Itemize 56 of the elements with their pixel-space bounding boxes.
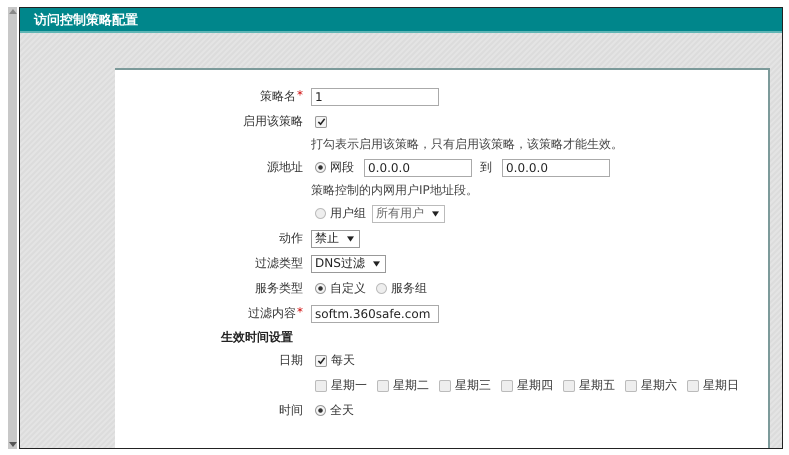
option-label: 服务组 <box>391 280 427 297</box>
ip-end-field[interactable]: 0.0.0.0 <box>502 158 610 176</box>
checkbox[interactable] <box>563 380 575 392</box>
checkbox[interactable] <box>315 354 327 366</box>
field-label: 日期 <box>279 352 303 369</box>
field-label: 过滤类型 <box>255 255 303 272</box>
checkbox[interactable] <box>501 380 513 392</box>
checkbox[interactable] <box>315 380 327 392</box>
checkbox[interactable] <box>315 116 327 128</box>
dropdown[interactable]: DNS过滤 <box>311 254 386 272</box>
radio-button[interactable] <box>376 283 387 294</box>
text-field[interactable]: softm.360safe.com <box>311 304 439 322</box>
caret-icon <box>432 210 439 216</box>
option-label: 星期四 <box>517 377 553 394</box>
scrollbar[interactable] <box>8 7 17 449</box>
checkbox[interactable] <box>687 380 699 392</box>
radio-button[interactable] <box>315 208 326 219</box>
required-mark: * <box>297 305 303 321</box>
option-label: 星期一 <box>331 377 367 394</box>
required-mark: * <box>297 88 303 104</box>
section-heading: 生效时间设置 <box>221 328 293 346</box>
field-label: 源地址 <box>267 159 303 176</box>
ip-start-field[interactable]: 0.0.0.0 <box>364 158 472 176</box>
caret-icon <box>347 236 354 242</box>
radio-button[interactable] <box>315 405 326 416</box>
text-field[interactable]: 1 <box>311 88 439 106</box>
field-label: 动作 <box>279 230 303 247</box>
option-label: 星期二 <box>393 377 429 394</box>
option-label: 网段 <box>330 159 354 176</box>
checkbox[interactable] <box>439 380 451 392</box>
option-label: 星期五 <box>579 377 615 394</box>
range-label: 到 <box>480 159 492 176</box>
option-label: 星期三 <box>455 377 491 394</box>
field-label: 启用该策略 <box>243 113 303 130</box>
radio-button[interactable] <box>315 162 326 173</box>
scroll-down-icon[interactable] <box>8 442 16 447</box>
dropdown[interactable]: 所有用户 <box>372 204 445 222</box>
dropdown[interactable]: 禁止 <box>311 230 360 248</box>
option-label: 每天 <box>331 352 355 369</box>
hint-text: 打勾表示启用该策略，只有启用该策略，该策略才能生效。 <box>311 136 623 153</box>
option-label: 全天 <box>330 402 354 419</box>
scroll-up-icon[interactable] <box>8 9 16 14</box>
option-label: 自定义 <box>330 280 366 297</box>
field-label: 过滤内容 <box>248 305 296 322</box>
field-label: 服务类型 <box>255 280 303 297</box>
field-label: 时间 <box>279 402 303 419</box>
option-label: 星期六 <box>641 377 677 394</box>
radio-button[interactable] <box>315 283 326 294</box>
option-label: 用户组 <box>330 205 366 222</box>
checkbox[interactable] <box>377 380 389 392</box>
field-label: 策略名 <box>260 88 296 105</box>
caret-icon <box>372 260 380 266</box>
option-label: 星期日 <box>703 377 739 394</box>
checkbox[interactable] <box>625 380 637 392</box>
window-title: 访问控制策略配置 <box>34 12 138 28</box>
hint-text: 策略控制的内网用户IP地址段。 <box>311 182 478 199</box>
